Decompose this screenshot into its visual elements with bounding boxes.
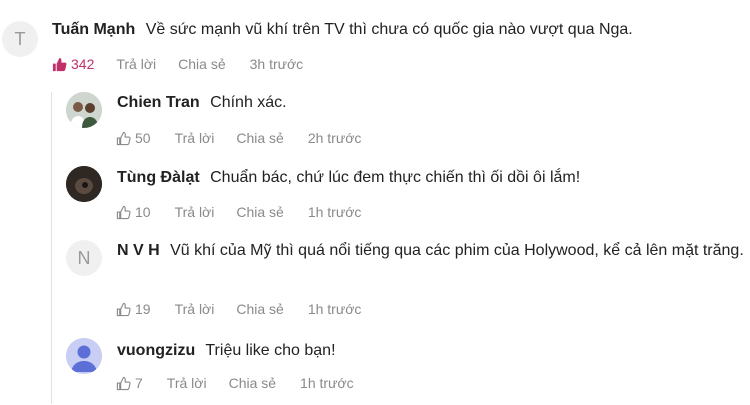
avatar[interactable] (66, 338, 102, 374)
avatar-letter: N (77, 247, 91, 268)
share-button[interactable]: Chia sẻ (236, 204, 283, 220)
share-button[interactable]: Chia sẻ (229, 375, 276, 391)
avatar-letter: T (14, 28, 26, 49)
like-button[interactable]: 342 (52, 56, 94, 72)
comment-text: Về sức mạnh vũ khí trên TV thì chưa có q… (145, 21, 633, 38)
like-count: 342 (71, 56, 95, 72)
comment-time: 2h trước (307, 130, 362, 146)
comment-time: 1h trước (307, 204, 362, 220)
reply-button[interactable]: Trả lời (167, 375, 207, 391)
share-button[interactable]: Chia sẻ (236, 130, 283, 146)
avatar[interactable]: N (66, 240, 102, 276)
thumbs-up-outline-icon (116, 205, 131, 219)
thumbs-up-outline-icon (116, 376, 131, 390)
like-count: 19 (135, 301, 151, 317)
share-button[interactable]: Chia sẻ (236, 301, 283, 317)
comment-author[interactable]: vuongzizu (117, 342, 195, 359)
thumbs-up-icon (52, 57, 67, 71)
like-button[interactable]: 7 (116, 375, 143, 391)
avatar[interactable] (66, 92, 102, 128)
like-count: 7 (135, 375, 143, 391)
comment-author[interactable]: N V H (117, 242, 160, 259)
comment-author[interactable]: Chien Tran (117, 94, 200, 111)
avatar-photo-icon (66, 166, 102, 202)
like-button[interactable]: 10 (116, 204, 151, 220)
comment-time: 3h trước (249, 56, 304, 72)
thumbs-up-outline-icon (116, 131, 131, 145)
like-button[interactable]: 19 (116, 301, 151, 317)
avatar[interactable]: T (2, 21, 38, 57)
comment-text: Chính xác. (210, 94, 287, 111)
reply-button[interactable]: Trả lời (175, 204, 215, 220)
comment-author[interactable]: Tùng Đàlạt (117, 169, 200, 186)
reply-button[interactable]: Trả lời (175, 301, 215, 317)
reply-button[interactable]: Trả lời (116, 56, 156, 72)
comment-author[interactable]: Tuấn Mạnh (52, 21, 135, 38)
like-count: 50 (135, 130, 151, 146)
like-count: 10 (135, 204, 151, 220)
comment-text: Triệu like cho bạn! (205, 342, 336, 359)
default-user-icon (66, 338, 102, 374)
thumbs-up-outline-icon (116, 302, 131, 316)
comment-time: 1h trước (300, 375, 354, 391)
avatar-photo-icon (66, 92, 102, 128)
comment-text: Vũ khí của Mỹ thì quá nổi tiếng qua các … (170, 242, 744, 259)
comment-time: 1h trước (307, 301, 362, 317)
reply-button[interactable]: Trả lời (175, 130, 215, 146)
like-button[interactable]: 50 (116, 130, 151, 146)
avatar[interactable] (66, 166, 102, 202)
comment-text: Chuẩn bác, chứ lúc đem thực chiến thì ối… (210, 169, 581, 186)
share-button[interactable]: Chia sẻ (178, 56, 225, 72)
reply-thread-line (51, 92, 52, 404)
